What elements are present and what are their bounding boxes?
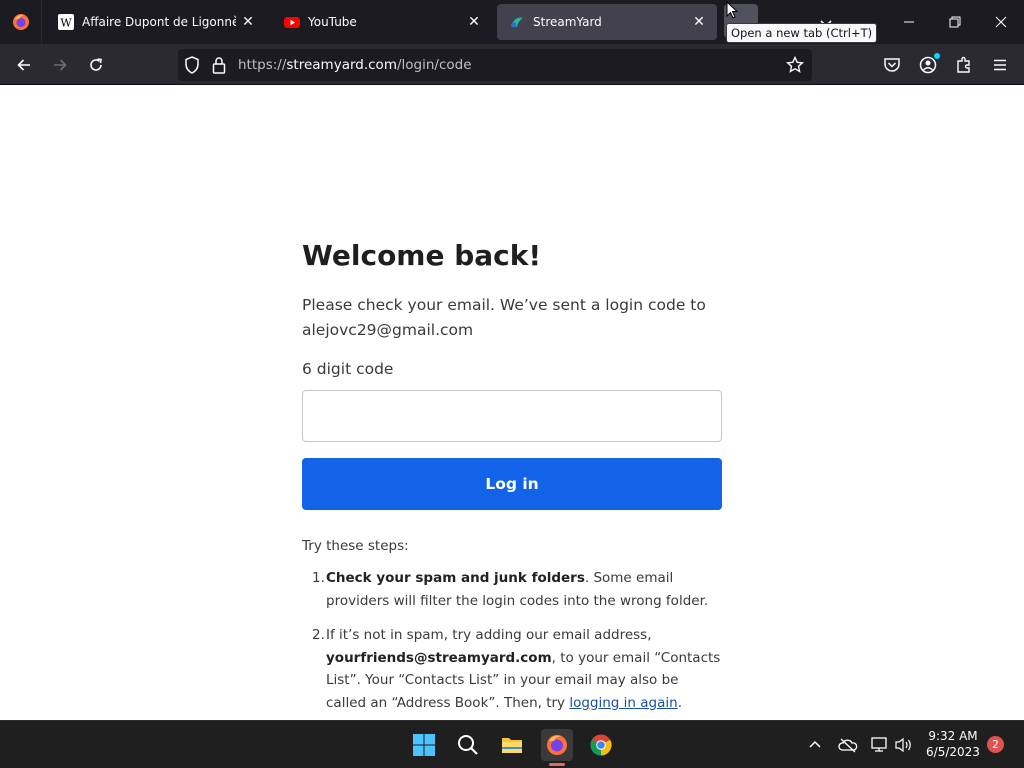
system-clock[interactable]: 9:32 AM 6/5/2023: [918, 728, 988, 760]
code-input[interactable]: [302, 390, 722, 442]
login-button[interactable]: Log in: [302, 458, 722, 510]
back-arrow-icon: [17, 59, 30, 71]
intro-text: Please check your email. We’ve sent a lo…: [302, 296, 706, 339]
youtube-icon: [284, 14, 300, 30]
pocket-icon: [884, 58, 900, 72]
list-item: 1. Check your spam and junk folders. Som…: [302, 567, 722, 612]
chrome-icon[interactable]: [585, 729, 617, 761]
file-explorer-icon[interactable]: [496, 729, 528, 761]
volume-icon[interactable]: [892, 733, 916, 757]
active-app-indicator: [549, 763, 565, 766]
account-icon: [919, 56, 937, 74]
mouse-cursor-icon: [726, 1, 738, 19]
support-email: yourfriends@streamyard.com: [326, 649, 552, 666]
tab-youtube[interactable]: YouTube ✕: [272, 4, 492, 40]
bookmark-star-icon[interactable]: [785, 55, 805, 78]
account-button[interactable]: [913, 50, 943, 80]
tab-title: StreamYard: [533, 15, 602, 29]
url-scheme: https://: [238, 57, 287, 73]
search-icon[interactable]: [452, 729, 484, 761]
step-text: If it’s not in spam, try adding our emai…: [326, 627, 652, 643]
reload-button[interactable]: [81, 50, 111, 80]
show-hidden-icons-chevron-icon[interactable]: [803, 733, 827, 757]
code-label: 6 digit code: [302, 360, 394, 378]
steps-list: 1. Check your spam and junk folders. Som…: [302, 567, 722, 726]
navigation-toolbar: https://streamyard.com/login/code: [0, 44, 1024, 85]
tab-title: Affaire Dupont de Ligonnès — W: [82, 15, 236, 29]
svg-text:W: W: [60, 17, 72, 30]
url-bar[interactable]: https://streamyard.com/login/code: [178, 49, 812, 81]
steps-title: Try these steps:: [302, 538, 409, 554]
close-tab-icon[interactable]: ✕: [687, 10, 711, 34]
notification-badge[interactable]: 2: [987, 736, 1004, 753]
list-item: 2. If it’s not in spam, try adding our e…: [302, 624, 722, 714]
windows-taskbar: 9:32 AM 6/5/2023 2: [0, 720, 1024, 768]
pocket-button[interactable]: [877, 50, 907, 80]
tracking-shield-icon[interactable]: [184, 56, 200, 78]
extensions-button[interactable]: [949, 50, 979, 80]
network-icon[interactable]: [868, 733, 892, 757]
forward-arrow-icon: [54, 59, 67, 71]
tab-wikipedia[interactable]: W Affaire Dupont de Ligonnès — W ✕: [46, 4, 266, 40]
url-text[interactable]: https://streamyard.com/login/code: [238, 57, 472, 73]
firefox-menu-icon[interactable]: [0, 0, 42, 44]
clock-time: 9:32 AM: [928, 729, 978, 743]
windows-start-icon[interactable]: [408, 729, 440, 761]
clock-date: 6/5/2023: [926, 745, 980, 759]
close-tab-icon[interactable]: ✕: [236, 10, 260, 34]
forward-button[interactable]: [45, 50, 75, 80]
close-window-button[interactable]: [978, 0, 1024, 44]
page-title: Welcome back!: [302, 239, 542, 272]
wikipedia-icon: W: [58, 14, 74, 30]
step-number: 1.: [312, 570, 325, 586]
restore-button[interactable]: [932, 0, 978, 44]
reload-icon: [90, 58, 102, 71]
back-button[interactable]: [9, 50, 39, 80]
minimize-button[interactable]: [886, 0, 932, 44]
streamyard-icon: [509, 14, 525, 30]
url-host: streamyard.com: [286, 57, 397, 73]
login-again-link[interactable]: logging in again: [569, 695, 677, 711]
notification-dot: [934, 53, 940, 59]
tab-title: YouTube: [308, 15, 357, 29]
tab-streamyard[interactable]: StreamYard ✕: [497, 4, 717, 40]
onedrive-offline-icon[interactable]: [836, 733, 860, 757]
firefox-taskbar-icon[interactable]: [541, 729, 573, 761]
page-content: Welcome back! Please check your email. W…: [0, 85, 1024, 720]
step-text: .: [677, 694, 682, 711]
lock-icon[interactable]: [212, 56, 226, 78]
tab-strip: W Affaire Dupont de Ligonnès — W ✕ YouTu…: [0, 0, 1024, 44]
puzzle-icon: [957, 56, 970, 73]
menu-button[interactable]: [985, 50, 1015, 80]
close-tab-icon[interactable]: ✕: [462, 10, 486, 34]
hamburger-icon: [994, 59, 1006, 71]
url-path: /login/code: [396, 57, 472, 73]
step-number: 2.: [312, 627, 325, 643]
new-tab-tooltip: Open a new tab (Ctrl+T): [726, 23, 878, 43]
step-bold-text: Check your spam and junk folders: [326, 570, 585, 586]
